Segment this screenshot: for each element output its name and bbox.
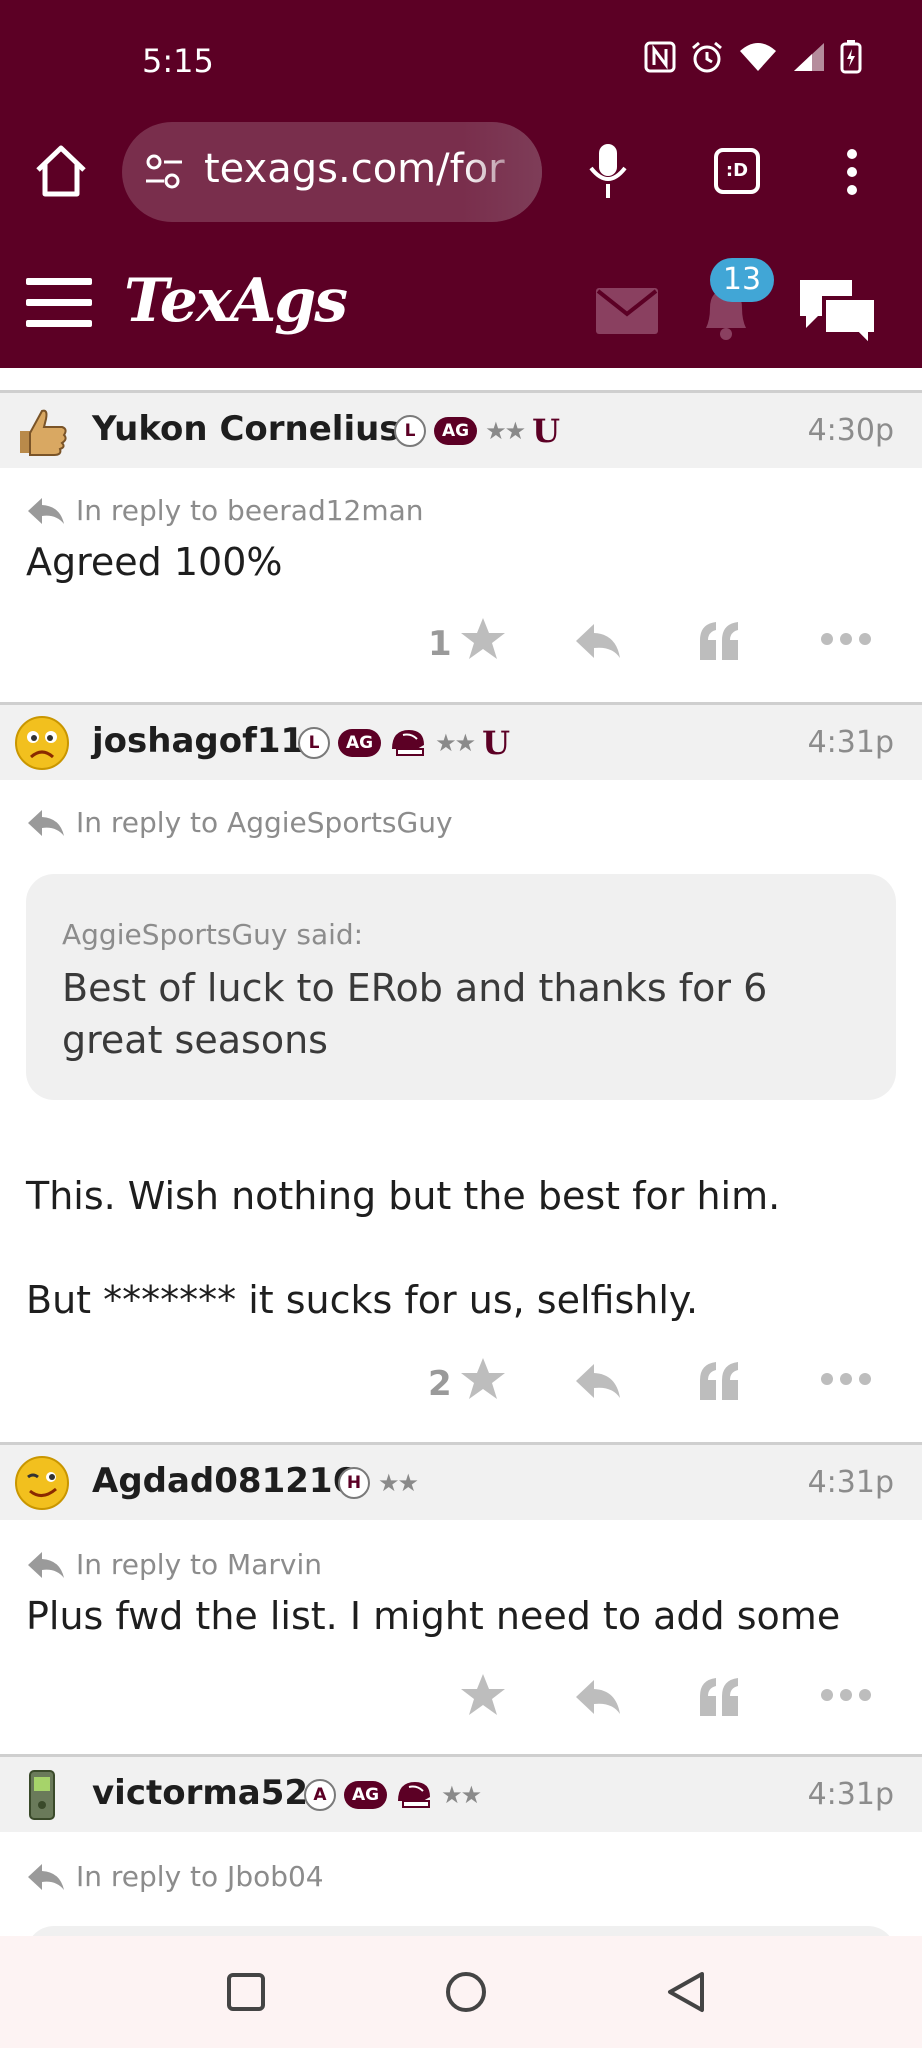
top-bar: 5:15 texags.com/for :D TexAgs 13	[0, 0, 922, 368]
post-body-line: This. Wish nothing but the best for him.	[26, 1174, 781, 1218]
notification-count-badge: 13	[710, 258, 774, 302]
user-badges: L AG ★★ U	[394, 415, 560, 447]
star-like-icon[interactable]	[460, 1672, 506, 1718]
post-header: joshagof11 L AG ★★ U 4:31p	[0, 702, 922, 780]
quote-icon[interactable]	[698, 1360, 742, 1400]
signal-icon	[794, 43, 824, 71]
browser-toolbar: texags.com/for :D	[0, 120, 922, 224]
reply-arrow-icon	[28, 498, 64, 524]
post-actions: 2	[0, 1356, 922, 1416]
post-body-line: But ******* it sucks for us, selfishly.	[26, 1278, 699, 1322]
quote-icon[interactable]	[698, 620, 742, 660]
post-actions: 1	[0, 616, 922, 676]
user-badges: L AG ★★ U	[298, 727, 510, 759]
post-username[interactable]: victorma52	[92, 1773, 308, 1813]
url-text: texags.com/for	[204, 146, 505, 192]
status-icons	[644, 40, 862, 74]
post-body: Agreed 100%	[26, 540, 283, 584]
star-like-icon[interactable]	[460, 616, 506, 662]
post-username[interactable]: joshagof11	[92, 721, 304, 761]
nfc-icon	[644, 41, 676, 73]
user-badges: H ★★	[338, 1467, 419, 1499]
quote-text: Best of luck to ERob and thanks for 6 gr…	[62, 966, 768, 1062]
chat-icon[interactable]	[796, 276, 880, 348]
helmet-icon	[398, 1782, 431, 1808]
post-header: victorma52 A AG ★★ 4:31p	[0, 1754, 922, 1832]
reply-arrow-icon	[28, 1864, 64, 1890]
recent-apps-icon[interactable]	[226, 1972, 266, 2012]
post-username[interactable]: Yukon Cornelius	[92, 409, 400, 449]
quote-author: AggieSportsGuy said:	[62, 918, 364, 951]
hamburger-menu-icon[interactable]	[26, 278, 92, 328]
university-logo-icon: U	[482, 724, 511, 762]
post-username[interactable]: Agdad081216	[92, 1461, 356, 1501]
back-nav-icon[interactable]	[666, 1970, 706, 2014]
star-rating: ★★	[485, 417, 526, 445]
star-rating: ★★	[441, 1781, 482, 1809]
star-like-icon[interactable]	[460, 1356, 506, 1402]
quote-block: AggieSportsGuy said: Best of luck to ERo…	[26, 874, 896, 1100]
rank-badge: H	[338, 1467, 370, 1499]
post-header: Yukon Cornelius L AG ★★ U 4:30p	[0, 390, 922, 468]
reply-icon[interactable]	[574, 622, 622, 660]
ag-badge: AG	[434, 417, 478, 445]
home-nav-icon[interactable]	[444, 1970, 488, 2014]
phone-avatar-icon[interactable]	[14, 1767, 70, 1823]
microphone-icon[interactable]	[586, 142, 630, 200]
winking-face-avatar-icon[interactable]	[14, 1455, 70, 1511]
ag-badge: AG	[338, 729, 382, 757]
thumbs-up-avatar-icon[interactable]	[14, 403, 70, 459]
post-time: 4:30p	[807, 413, 894, 448]
quote-icon[interactable]	[698, 1676, 742, 1716]
reply-to-link[interactable]: In reply to AggieSportsGuy	[26, 806, 453, 839]
post-header: Agdad081216 H ★★ 4:31p	[0, 1442, 922, 1520]
rank-badge: A	[304, 1779, 336, 1811]
site-settings-icon[interactable]	[144, 152, 184, 192]
more-options-icon[interactable]	[820, 1688, 872, 1702]
address-bar[interactable]: texags.com/for	[122, 122, 542, 222]
site-logo[interactable]: TexAgs	[124, 266, 348, 336]
reply-to-link[interactable]: In reply to Jbob04	[26, 1860, 324, 1893]
tab-switcher-button[interactable]: :D	[714, 148, 760, 194]
like-count: 2	[428, 1364, 452, 1404]
battery-icon	[840, 40, 862, 74]
system-nav-bar	[0, 1936, 922, 2048]
site-header: TexAgs 13	[0, 256, 922, 368]
post-time: 4:31p	[807, 725, 894, 760]
reply-to-link[interactable]: In reply to Marvin	[26, 1548, 322, 1581]
more-options-icon[interactable]	[820, 1372, 872, 1386]
rank-badge: L	[298, 727, 330, 759]
sad-face-avatar-icon[interactable]	[14, 715, 70, 771]
reply-arrow-icon	[28, 810, 64, 836]
reply-to-link[interactable]: In reply to beerad12man	[26, 494, 424, 527]
post-actions	[0, 1672, 922, 1732]
post-body: Plus fwd the list. I might need to add s…	[26, 1594, 841, 1638]
reply-arrow-icon	[28, 1552, 64, 1578]
post-time: 4:31p	[807, 1465, 894, 1500]
university-logo-icon: U	[532, 412, 561, 450]
alarm-icon	[692, 41, 722, 73]
post-time: 4:31p	[807, 1777, 894, 1812]
star-rating: ★★	[435, 729, 476, 757]
wifi-icon	[740, 43, 776, 71]
ag-badge: AG	[344, 1781, 388, 1809]
helmet-icon	[392, 730, 425, 756]
like-count: 1	[428, 624, 452, 664]
reply-icon[interactable]	[574, 1362, 622, 1400]
status-time: 5:15	[142, 42, 214, 80]
user-badges: A AG ★★	[304, 1779, 482, 1811]
rank-badge: L	[394, 415, 426, 447]
mail-icon[interactable]	[596, 288, 658, 334]
home-icon[interactable]	[32, 142, 90, 200]
star-rating: ★★	[378, 1469, 419, 1497]
overflow-menu-icon[interactable]	[846, 148, 858, 196]
more-options-icon[interactable]	[820, 632, 872, 646]
reply-icon[interactable]	[574, 1678, 622, 1716]
